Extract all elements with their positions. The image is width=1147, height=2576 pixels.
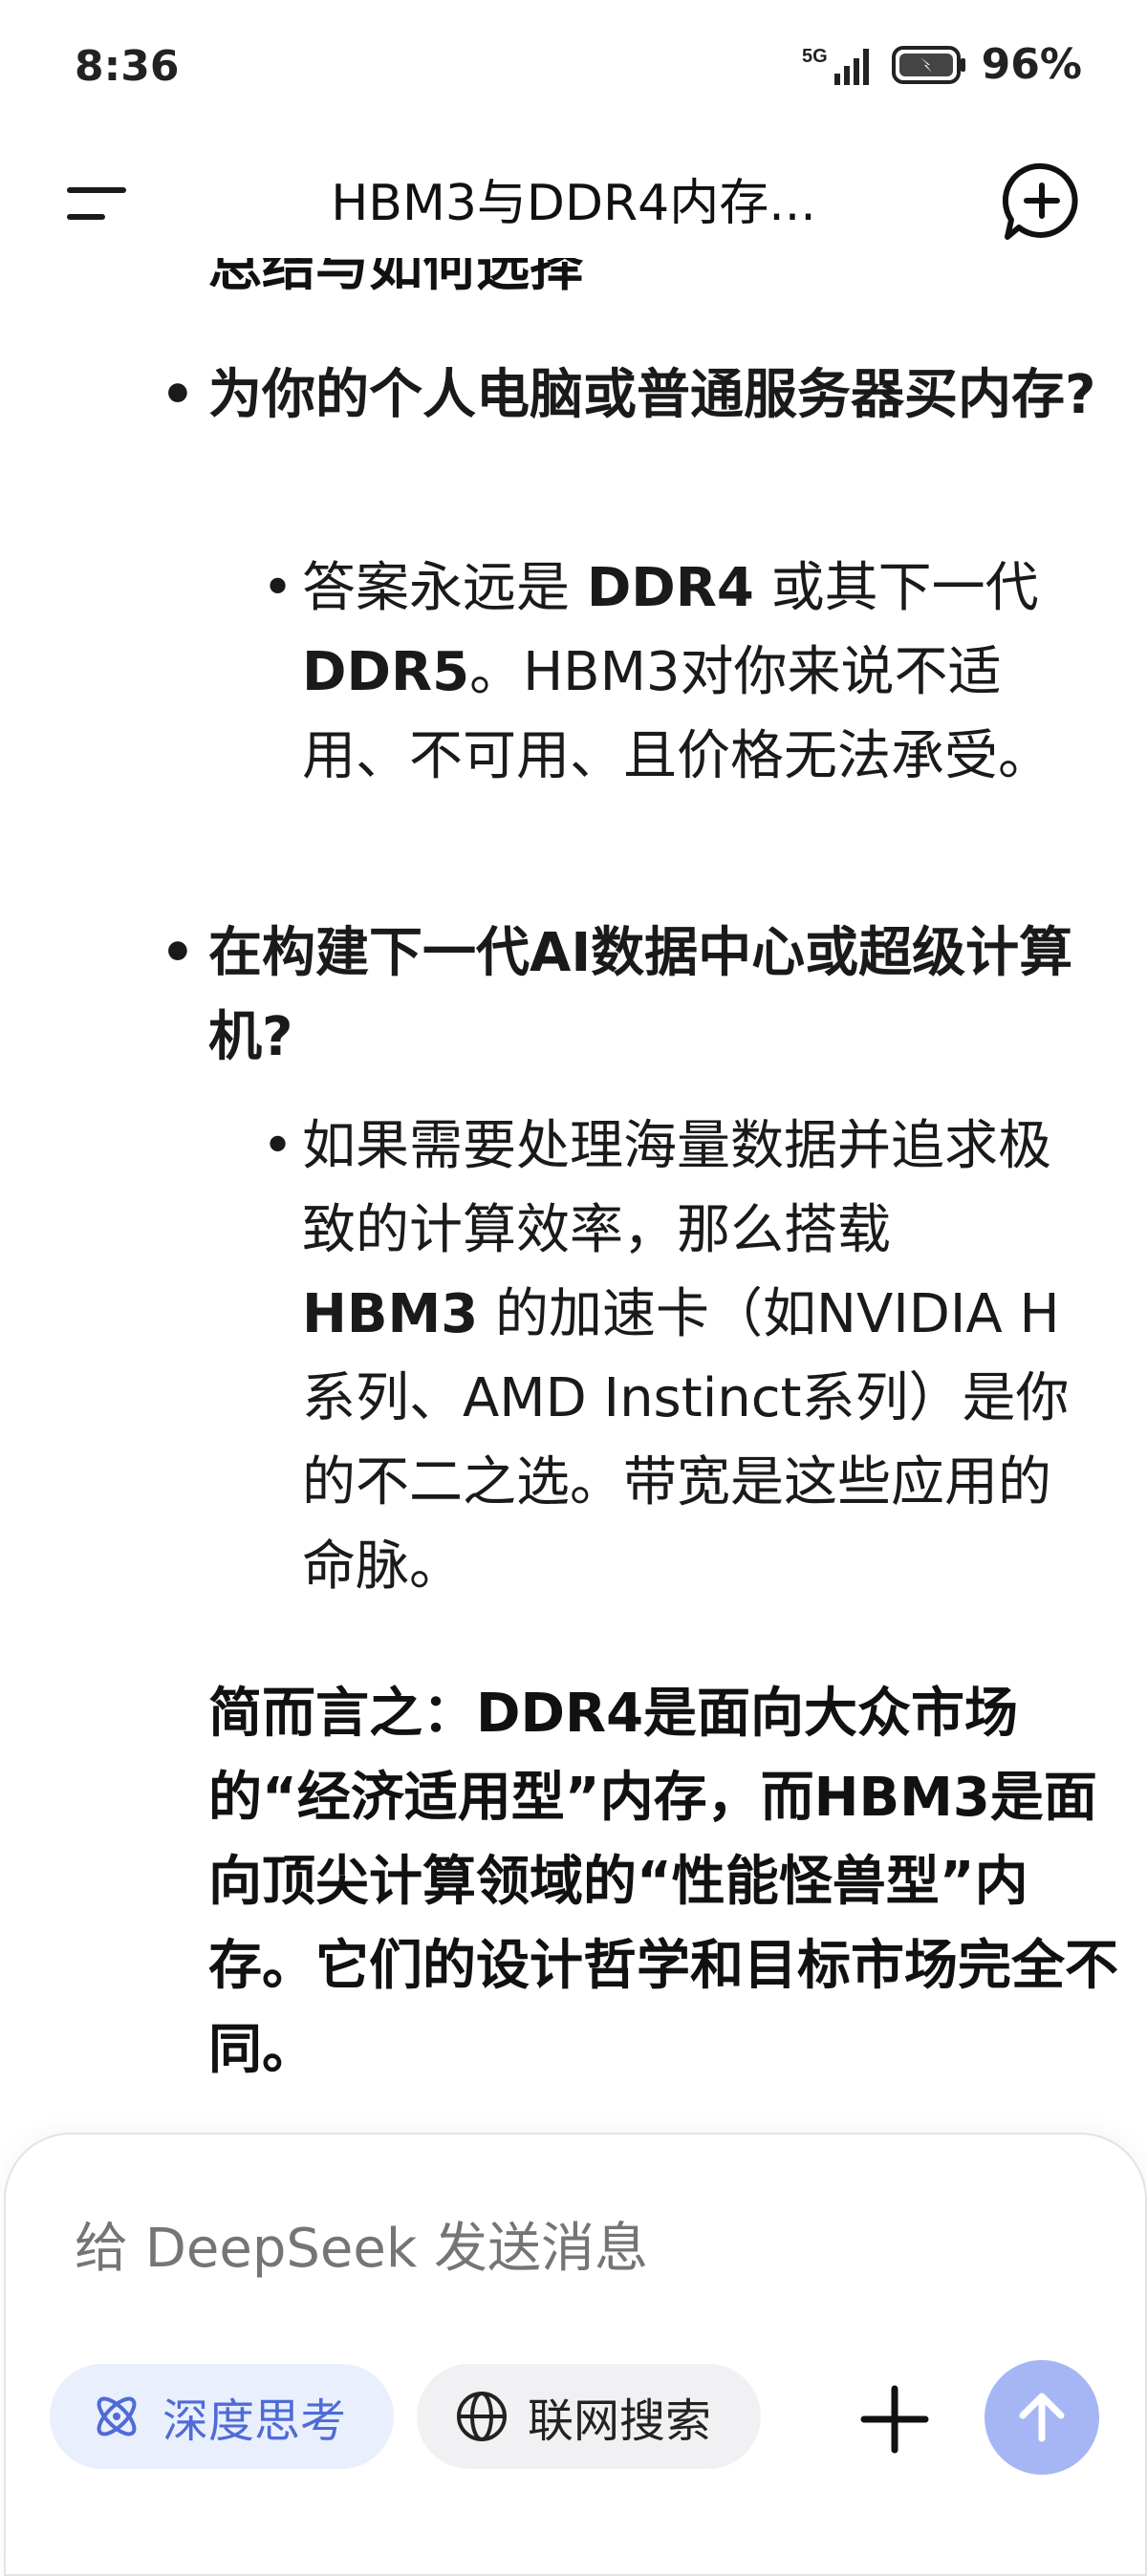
web-search-label: 联网搜索 xyxy=(528,2394,712,2448)
new-chat-icon xyxy=(1002,162,1078,240)
chat-header: HBM3与DDR4内存... xyxy=(0,143,1147,258)
plus-icon xyxy=(860,2385,929,2454)
web-search-button[interactable]: 联网搜索 xyxy=(417,2364,761,2469)
text-run: 答案永远是 xyxy=(302,557,587,619)
menu-icon-line-bottom xyxy=(67,214,105,220)
bullet-ai-datacenter: 在构建下一代AI数据中心或超级计算机? xyxy=(161,912,1107,1080)
bold-ddr5: DDR5 xyxy=(302,641,470,703)
attach-button[interactable] xyxy=(847,2372,942,2467)
atom-icon xyxy=(97,2396,137,2436)
status-icons: 5G 96% xyxy=(802,40,1082,89)
text-run: 如果需要处理海量数据并追求极致的计算效率，那么搭载 xyxy=(302,1115,1051,1261)
menu-icon-line-top xyxy=(67,187,126,193)
battery-icon xyxy=(891,45,965,84)
message-content: 总结与如何选择 为你的个人电脑或普通服务器买内存? 答案永远是 DDR4 或其下… xyxy=(0,258,1147,2131)
message-composer: 深度思考 联网搜索 xyxy=(4,2133,1147,2576)
status-time: 8:36 xyxy=(75,42,180,91)
message-input[interactable] xyxy=(73,2217,1032,2281)
text-run: 或其下一代 xyxy=(753,557,1039,619)
chat-title[interactable]: HBM3与DDR4内存... xyxy=(191,162,956,234)
bullet-pc-server: 为你的个人电脑或普通服务器买内存? xyxy=(161,354,1107,438)
sub-bullet-ddr4-answer: 答案永远是 DDR4 或其下一代 DDR5。HBM3对你来说不适用、不可用、且价… xyxy=(262,547,1076,799)
send-button[interactable] xyxy=(985,2360,1099,2475)
deep-think-label: 深度思考 xyxy=(162,2394,347,2448)
bold-hbm3: HBM3 xyxy=(302,1283,479,1345)
bold-ddr4: DDR4 xyxy=(586,557,754,619)
network-label: 5G xyxy=(802,46,828,67)
menu-button[interactable] xyxy=(59,164,136,241)
globe-icon xyxy=(457,2392,507,2441)
new-chat-button[interactable] xyxy=(994,153,1090,248)
battery-percent: 96% xyxy=(981,40,1082,89)
clipped-heading: 总结与如何选择 xyxy=(208,258,583,298)
summary-paragraph: 简而言之：DDR4是面向大众市场的“经济适用型”内存，而HBM3是面向顶尖计算领… xyxy=(208,1683,1118,2081)
arrow-up-icon xyxy=(1019,2393,1065,2442)
signal-icon: 5G xyxy=(802,46,869,85)
deep-think-button[interactable]: 深度思考 xyxy=(50,2364,394,2469)
status-bar: 8:36 5G 96% xyxy=(0,0,1147,143)
sub-bullet-hbm3-answer: 如果需要处理海量数据并追求极致的计算效率，那么搭载 HBM3 的加速卡（如NVI… xyxy=(262,1105,1076,1609)
